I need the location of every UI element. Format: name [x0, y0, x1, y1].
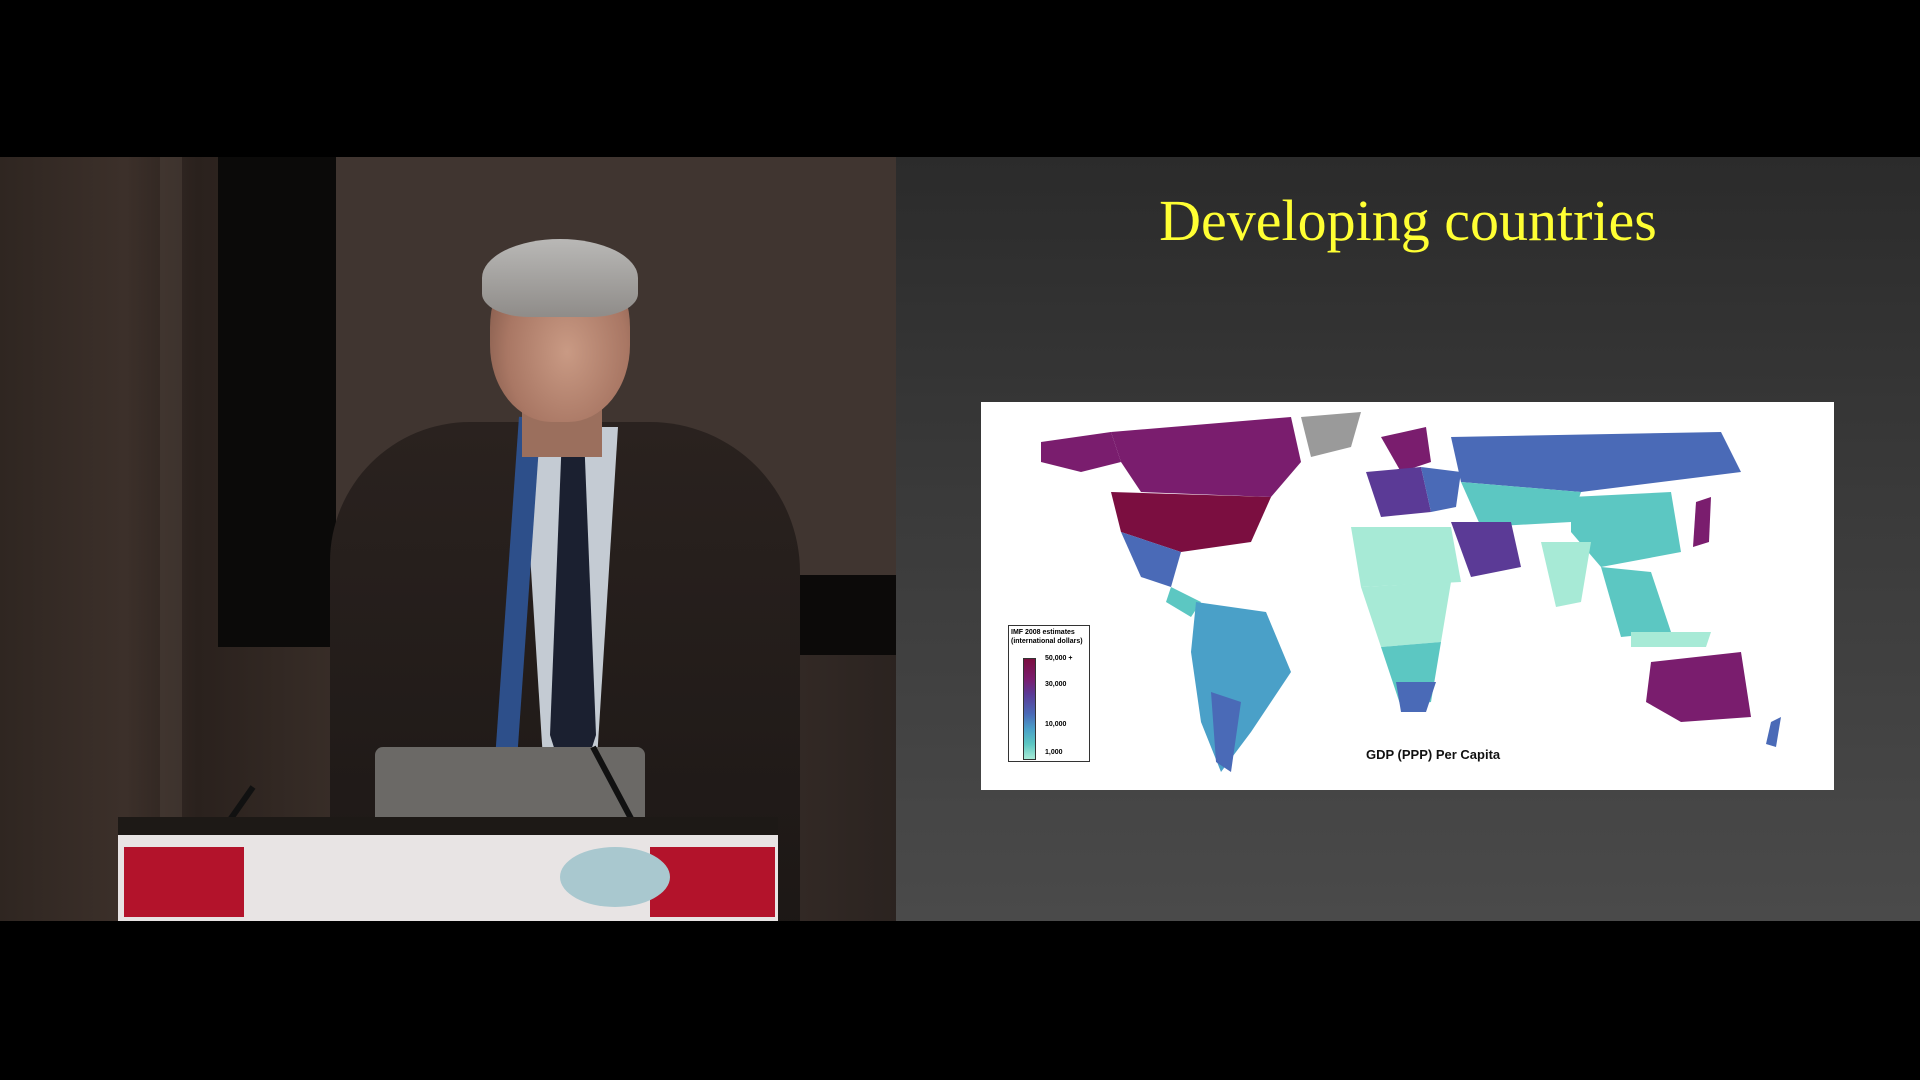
wall-panel [160, 157, 182, 921]
podium-top [118, 817, 778, 835]
podium-decoration-cloud [560, 847, 670, 907]
map-region-western-europe [1366, 467, 1431, 517]
world-map-svg [1041, 412, 1781, 772]
legend-title: IMF 2008 estimates (international dollar… [1011, 628, 1087, 646]
legend-tick-50000: 50,000 + [1045, 655, 1073, 662]
podium-decoration-left [124, 847, 244, 917]
map-region-south-america [1191, 602, 1291, 772]
world-map-image: IMF 2008 estimates (international dollar… [981, 402, 1834, 790]
map-region-australia [1646, 652, 1751, 722]
letterbox-top [0, 0, 1920, 157]
map-region-canada [1111, 417, 1301, 497]
map-region-southeast-asia [1601, 567, 1671, 637]
map-region-scandinavia [1381, 427, 1431, 472]
video-frame: Developing countries IMF 2008 estimates … [0, 0, 1920, 1080]
map-region-alaska [1041, 432, 1121, 472]
presentation-slide: Developing countries IMF 2008 estimates … [896, 157, 1920, 921]
map-region-argentina [1211, 692, 1241, 772]
map-region-russia [1451, 432, 1741, 492]
map-region-new-zealand [1766, 717, 1781, 747]
map-region-greenland [1301, 412, 1361, 457]
slide-title: Developing countries [1159, 188, 1657, 253]
map-region-middle-east [1451, 522, 1521, 577]
legend-tick-30000: 30,000 [1045, 681, 1067, 688]
map-region-north-africa [1351, 527, 1461, 587]
map-region-central-africa [1361, 582, 1451, 647]
legend-color-scale [1023, 658, 1036, 760]
map-region-japan [1693, 497, 1711, 547]
legend-tick-10000: 10,000 [1045, 721, 1067, 728]
legend-title-line2: (international dollars) [1011, 638, 1083, 645]
map-legend: IMF 2008 estimates (international dollar… [1008, 625, 1090, 762]
speaker-hair [482, 239, 638, 317]
laptop [375, 747, 645, 827]
letterbox-bottom [0, 921, 1920, 1080]
map-caption: GDP (PPP) Per Capita [1366, 747, 1501, 762]
legend-tick-1000: 1,000 [1045, 749, 1063, 756]
speaker-camera-view [0, 157, 896, 921]
map-region-indonesia [1631, 632, 1711, 647]
legend-title-line1: IMF 2008 estimates [1011, 629, 1075, 636]
map-region-india [1541, 542, 1591, 607]
map-region-south-africa [1396, 682, 1436, 712]
